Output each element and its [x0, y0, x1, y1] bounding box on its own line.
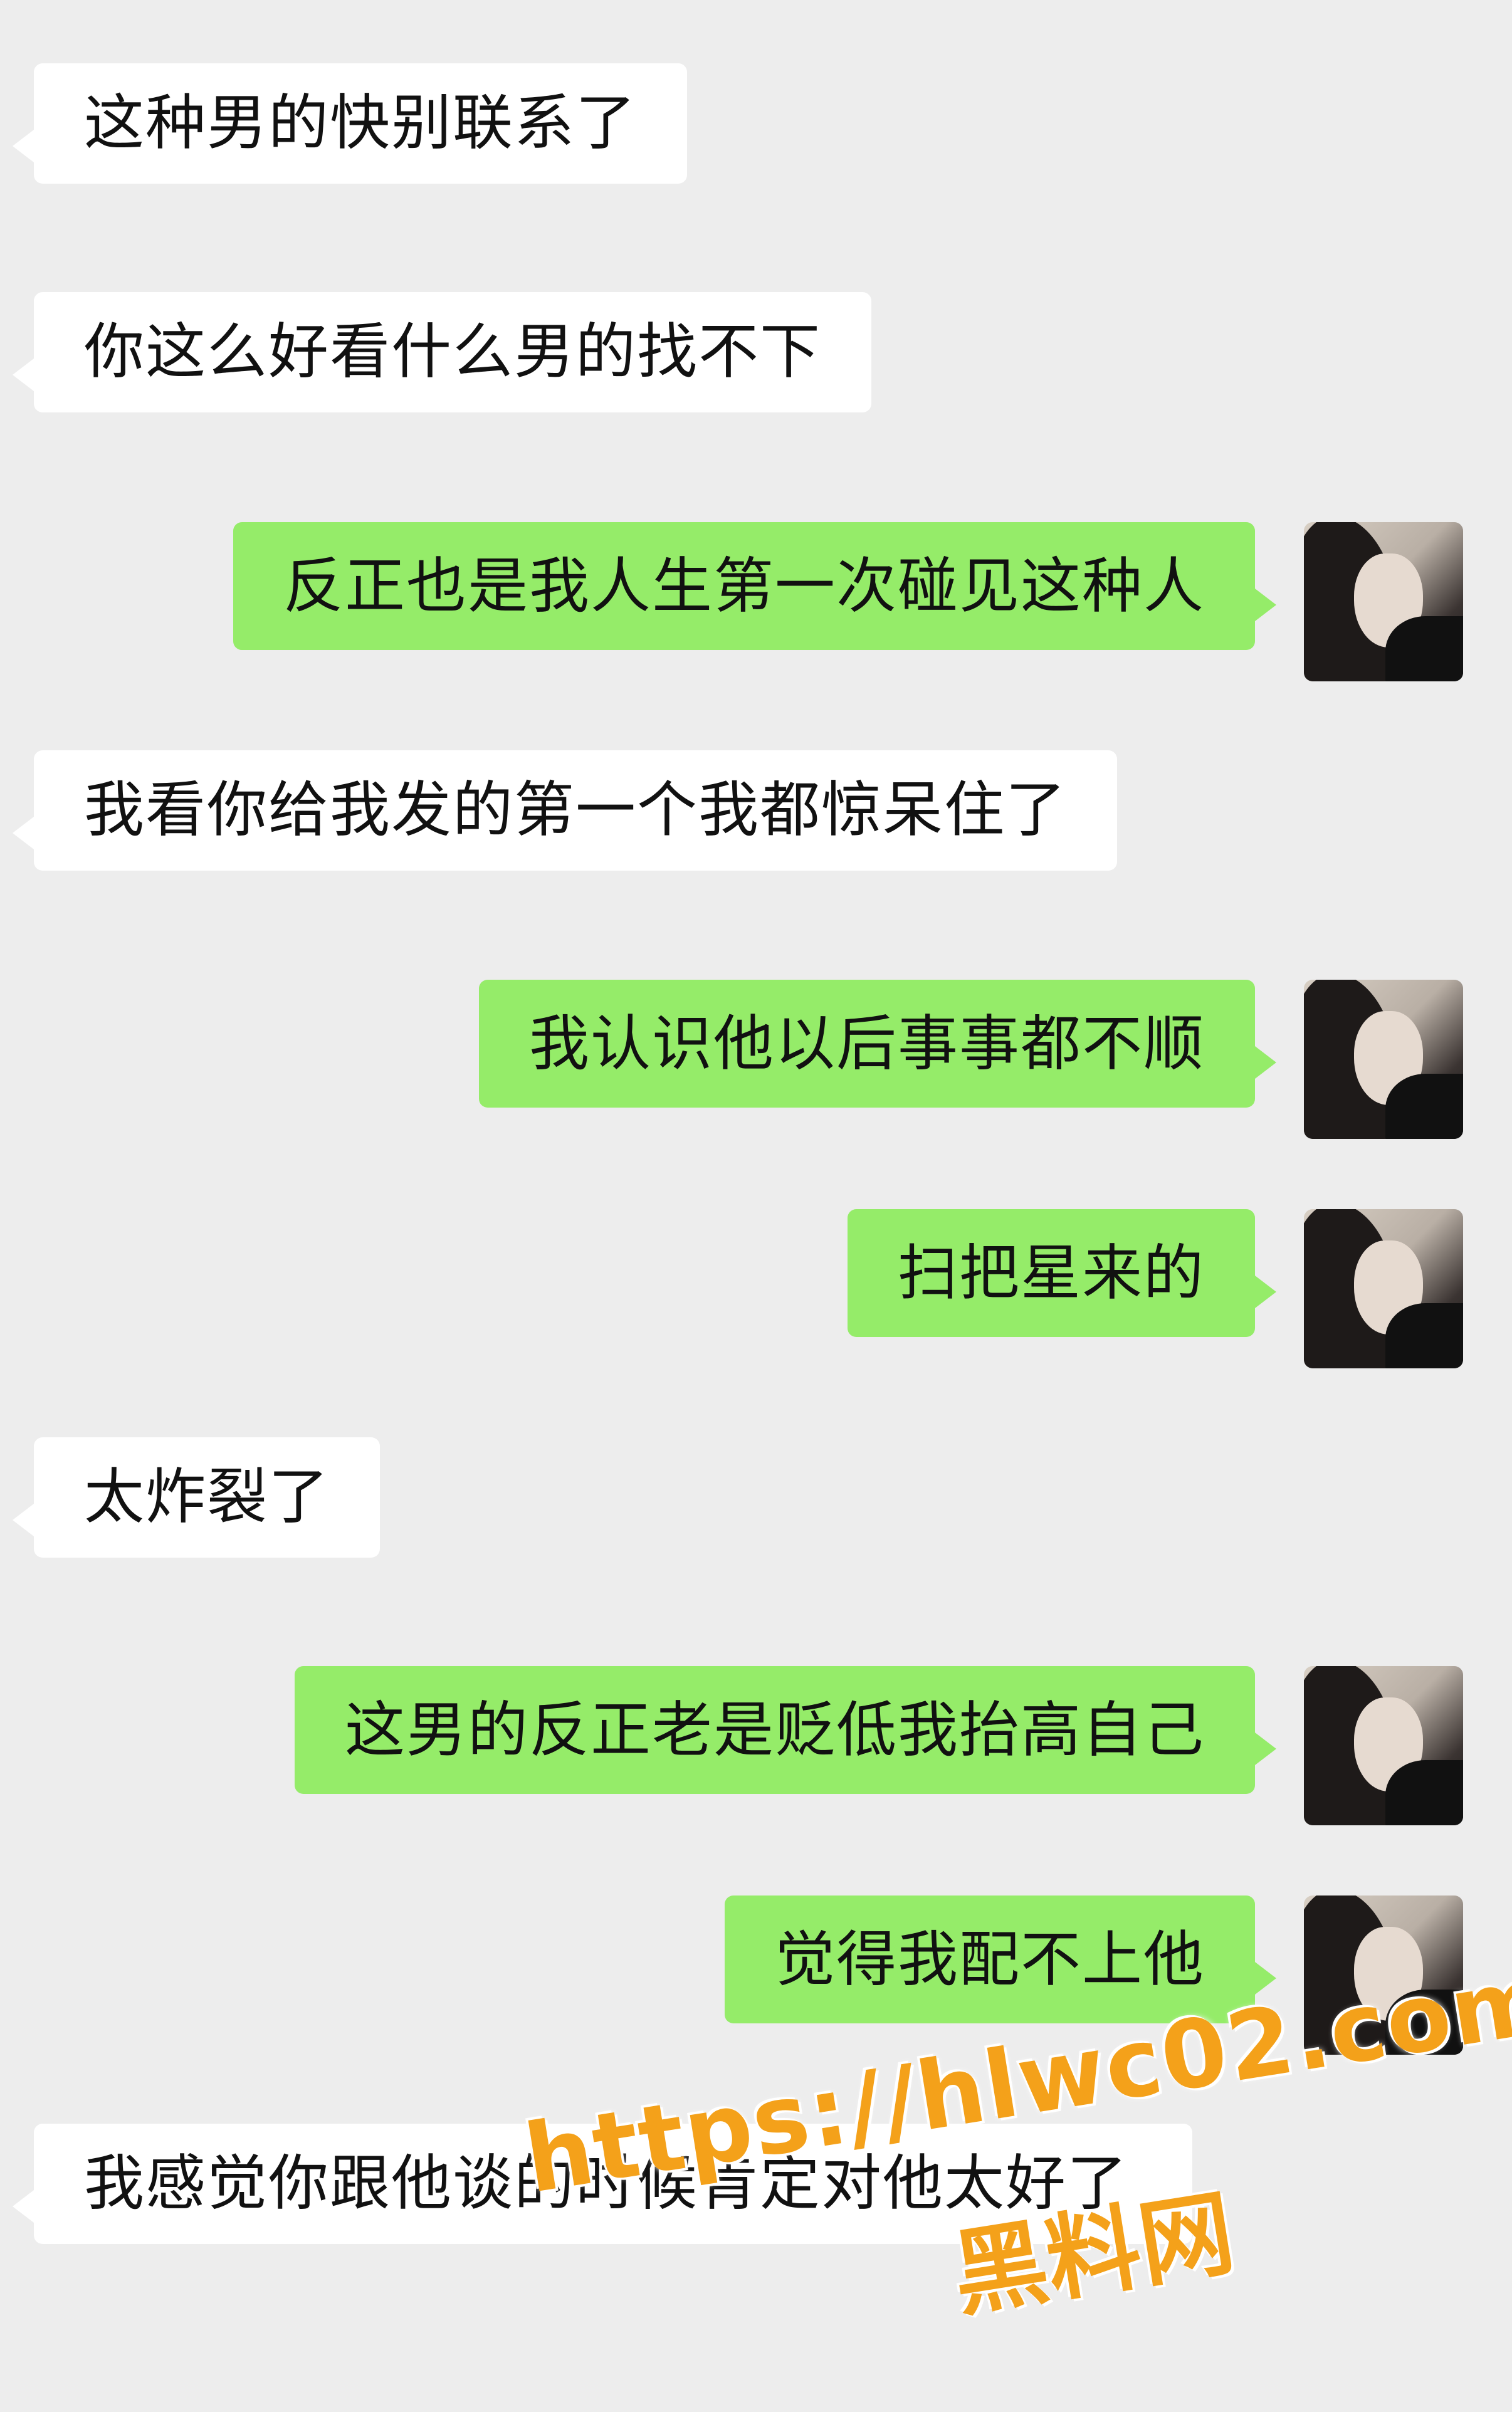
avatar-body-shape: [1385, 1303, 1463, 1368]
outgoing-message-bubble[interactable]: 觉得我配不上他: [725, 1896, 1276, 2023]
outgoing-message-bubble[interactable]: 扫把星来的: [848, 1209, 1276, 1337]
user-avatar[interactable]: [1304, 1896, 1463, 2055]
avatar-body-shape: [1385, 1760, 1463, 1825]
outgoing-message-bubble[interactable]: 我认识他以后事事都不顺: [479, 980, 1276, 1108]
incoming-message-bubble[interactable]: 太炸裂了: [13, 1437, 380, 1558]
avatar-body-shape: [1385, 1990, 1463, 2055]
incoming-message-bubble[interactable]: 你这么好看什么男的找不下: [13, 292, 871, 412]
incoming-message-bubble[interactable]: 这种男的快别联系了: [13, 63, 687, 184]
outgoing-message-bubble[interactable]: 这男的反正老是贬低我抬高自己: [295, 1666, 1276, 1794]
user-avatar[interactable]: [1304, 1666, 1463, 1825]
avatar-body-shape: [1385, 616, 1463, 681]
outgoing-message-bubble[interactable]: 反正也是我人生第一次碰见这种人: [233, 522, 1276, 650]
incoming-message-bubble[interactable]: 我看你给我发的第一个我都惊呆住了: [13, 750, 1117, 871]
incoming-message-bubble[interactable]: 我感觉你跟他谈的时候肯定对他太好了: [13, 2124, 1192, 2244]
user-avatar[interactable]: [1304, 1209, 1463, 1368]
avatar-body-shape: [1385, 1074, 1463, 1139]
user-avatar[interactable]: [1304, 522, 1463, 681]
user-avatar[interactable]: [1304, 980, 1463, 1139]
